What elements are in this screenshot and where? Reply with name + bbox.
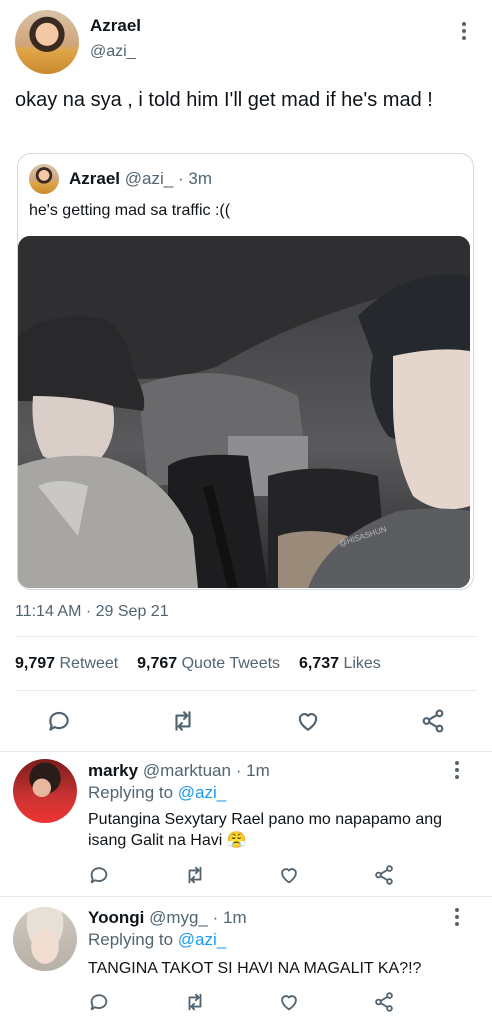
like-button[interactable]	[295, 708, 321, 739]
quoted-author-name: Azrael	[69, 169, 121, 188]
share-icon	[375, 865, 393, 885]
tweet-stats: 9,797 Retweet 9,767 Quote Tweets 6,737 L…	[15, 655, 381, 673]
quoted-tweet-photo[interactable]: @HISASHUN	[18, 236, 470, 588]
retweets-stat[interactable]: 9,797 Retweet	[15, 655, 123, 672]
like-button[interactable]	[278, 864, 300, 891]
quoted-tweet-header: Azrael @azi_ · 3m	[69, 169, 212, 189]
reply-separator: ·	[235, 761, 242, 780]
share-icon	[422, 709, 444, 733]
retweet-icon	[175, 711, 191, 731]
quotes-stat[interactable]: 9,767 Quote Tweets	[137, 655, 284, 672]
replying-to: Replying to @azi_	[88, 930, 226, 950]
reply-button[interactable]	[88, 991, 110, 1018]
reply-button[interactable]	[46, 708, 72, 739]
retweet-button[interactable]	[170, 708, 196, 739]
replying-handle-link[interactable]: @azi_	[178, 930, 226, 949]
quoted-author-handle: @azi_	[124, 169, 174, 188]
reply-header: marky @marktuan · 1m	[88, 761, 270, 781]
retweet-icon	[188, 993, 202, 1011]
retweet-button[interactable]	[184, 991, 206, 1018]
share-button[interactable]	[373, 991, 395, 1018]
reply-time: 1m	[246, 761, 270, 780]
car-interior-illustration	[18, 236, 470, 588]
replying-label: Replying to	[88, 930, 174, 949]
retweet-button[interactable]	[184, 864, 206, 891]
replying-handle-link[interactable]: @azi_	[178, 783, 226, 802]
retweets-count: 9,797	[15, 655, 56, 672]
tweet-text: okay na sya , i told him I'll get mad if…	[15, 89, 433, 111]
reply-avatar[interactable]	[13, 907, 77, 971]
reply-author-name[interactable]: marky	[88, 761, 138, 780]
likes-label: Likes	[343, 655, 381, 672]
quoted-tweet-text: he's getting mad sa traffic :((	[29, 202, 231, 219]
quotes-count: 9,767	[137, 655, 178, 672]
more-vertical-icon[interactable]	[447, 907, 467, 927]
share-icon	[375, 992, 393, 1012]
retweet-icon	[188, 866, 202, 884]
author-handle[interactable]: @azi_	[90, 43, 136, 61]
quoted-separator: ·	[177, 169, 184, 188]
reply-icon	[90, 994, 108, 1011]
likes-count: 6,737	[298, 655, 339, 672]
retweets-label: Retweet	[59, 655, 119, 672]
like-icon	[281, 995, 297, 1011]
quoted-time: 3m	[188, 169, 212, 188]
reply-author-handle[interactable]: @myg_	[149, 908, 208, 927]
reply-text: TANGINA TAKOT SI HAVI NA MAGALIT KA?!?	[88, 960, 422, 977]
reply-avatar[interactable]	[13, 759, 77, 823]
more-vertical-icon[interactable]	[454, 21, 474, 41]
author-name[interactable]: Azrael	[90, 16, 141, 36]
like-button[interactable]	[278, 991, 300, 1018]
like-icon	[298, 713, 318, 731]
reply-icon	[90, 867, 108, 884]
replying-label: Replying to	[88, 783, 174, 802]
reply-time: 1m	[223, 908, 247, 927]
tweet-timestamp[interactable]: 11:14 AM · 29 Sep 21	[15, 603, 169, 621]
author-avatar[interactable]	[15, 10, 79, 74]
share-button[interactable]	[373, 864, 395, 891]
reply-button[interactable]	[88, 864, 110, 891]
quotes-label: Quote Tweets	[181, 655, 281, 672]
replying-to: Replying to @azi_	[88, 783, 226, 803]
reply-author-handle[interactable]: @marktuan	[143, 761, 231, 780]
likes-stat[interactable]: 6,737 Likes	[299, 655, 381, 672]
quoted-author-avatar	[29, 164, 59, 194]
more-vertical-icon[interactable]	[447, 760, 467, 780]
reply-separator: ·	[212, 908, 219, 927]
reply-header: Yoongi @myg_ · 1m	[88, 908, 247, 928]
share-button[interactable]	[420, 708, 446, 739]
reply-text: Putangina Sexytary Rael pano mo napapamo…	[88, 811, 443, 849]
like-icon	[281, 868, 297, 884]
reply-icon	[49, 711, 69, 731]
reply-author-name[interactable]: Yoongi	[88, 908, 144, 927]
